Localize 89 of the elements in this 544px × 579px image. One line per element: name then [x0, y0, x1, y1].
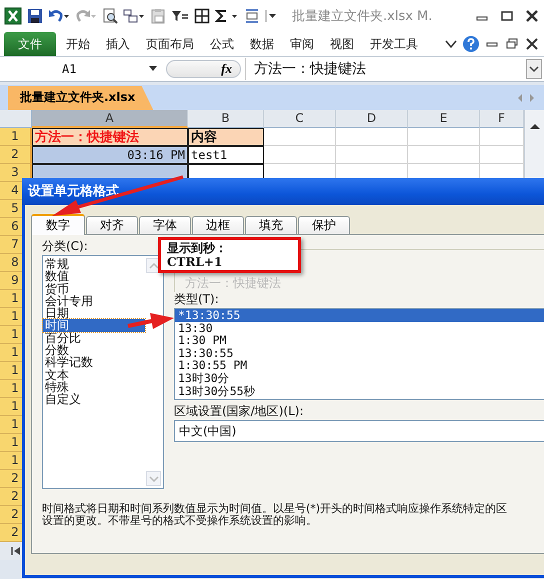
- column-header[interactable]: D: [336, 110, 408, 128]
- description-text: 设置的更改。不带星号的格式不受操作系统设置的影响。: [42, 515, 318, 527]
- type-item[interactable]: 13:30: [175, 322, 544, 334]
- maximize-icon[interactable]: [499, 9, 515, 23]
- category-item[interactable]: 数值: [43, 270, 145, 283]
- column-header[interactable]: F: [480, 110, 524, 128]
- chevron-down-icon: [148, 476, 158, 482]
- category-item[interactable]: 分数: [43, 344, 145, 356]
- type-label: 类型(T):: [174, 292, 220, 306]
- category-item[interactable]: 常规: [43, 258, 145, 270]
- layout-icon[interactable]: [123, 8, 145, 24]
- category-item[interactable]: 会计专用: [43, 294, 145, 308]
- category-item[interactable]: 文本: [43, 368, 145, 381]
- ribbon-tab[interactable]: 审阅: [282, 32, 322, 56]
- filter-icon[interactable]: [171, 8, 189, 24]
- arrow: [128, 313, 174, 329]
- ribbon-tab[interactable]: 页面布局: [138, 32, 202, 56]
- category-item[interactable]: 特殊: [43, 380, 145, 394]
- category-item[interactable]: 货币: [43, 282, 145, 295]
- category-label: 分类(C):: [42, 239, 89, 253]
- sample-text: 方法一：快捷键法: [185, 275, 281, 292]
- callout-text: 显示到秒：: [167, 241, 228, 255]
- type-item[interactable]: 13时30分: [175, 372, 544, 385]
- ribbon-tab[interactable]: 公式: [202, 32, 242, 56]
- table-cell: 内容: [188, 128, 264, 146]
- ribbon-tab[interactable]: 视图: [322, 32, 362, 56]
- expand-icon[interactable]: [526, 59, 542, 79]
- clipboard-icon[interactable]: [150, 8, 166, 24]
- dialog-tab[interactable]: 对齐: [86, 216, 138, 234]
- category-item[interactable]: 百分比: [43, 332, 145, 344]
- row-header[interactable]: 3: [0, 164, 32, 182]
- insert-function-button[interactable]: fx: [166, 60, 241, 78]
- locale-field[interactable]: 中文(中国): [174, 420, 544, 442]
- close-icon[interactable]: [524, 9, 540, 23]
- restore-icon[interactable]: [504, 37, 520, 51]
- category-item[interactable]: 自定义: [43, 393, 145, 406]
- type-list[interactable]: *13:30:55 13:30 1:30 PM 13:30:55 1:30:55 PM 13时30分 13时30分55秒: [174, 308, 544, 400]
- type-item[interactable]: 13时30分55秒: [175, 384, 544, 398]
- caret-icon: [148, 66, 158, 72]
- borders-icon[interactable]: [194, 8, 210, 24]
- table-cell: test1: [188, 146, 264, 164]
- file-tab[interactable]: 文件: [4, 32, 56, 56]
- dialog-tab[interactable]: 字体: [139, 216, 191, 234]
- category-item[interactable]: 科学记数: [43, 356, 145, 369]
- save-icon[interactable]: [27, 8, 43, 24]
- table-cell: [336, 128, 408, 146]
- first-sheet-icon[interactable]: [9, 545, 23, 557]
- ribbon-tab[interactable]: 插入: [98, 32, 138, 56]
- undo-icon[interactable]: [48, 8, 70, 24]
- name-box[interactable]: A1: [2, 59, 162, 79]
- type-item[interactable]: 1:30:55 PM: [175, 359, 544, 372]
- type-item[interactable]: *13:30:55: [175, 309, 544, 322]
- type-item[interactable]: 13:30:55: [175, 346, 544, 360]
- row-header[interactable]: 2: [0, 146, 32, 164]
- description-text: 时间格式将日期和时间系列数值显示为时间值。以星号(*)开头的时间格式响应操作系统特定的区: [42, 503, 508, 515]
- ribbon-tab[interactable]: 数据: [242, 32, 282, 56]
- print-preview-icon[interactable]: [102, 8, 118, 24]
- row-header[interactable]: 1: [0, 128, 32, 146]
- category-list[interactable]: 常规 数值 货币 会计专用 日期 时间 百分比 分数 科学记数 文本 特殊 自定义: [42, 255, 164, 489]
- table-cell: 03:16 PM: [32, 146, 188, 164]
- table-cell: [408, 128, 480, 146]
- align-icon[interactable]: [244, 8, 260, 24]
- dialog-tab[interactable]: 填充: [245, 216, 297, 234]
- column-header[interactable]: C: [264, 110, 336, 128]
- dialog-tab[interactable]: 保护: [298, 216, 350, 234]
- sum-icon[interactable]: [215, 8, 239, 24]
- chevron-up-icon: [148, 262, 158, 268]
- customize-dropdown-icon[interactable]: [265, 8, 277, 24]
- locale-label: 区域设置(国家/地区)(L):: [174, 404, 304, 418]
- column-header[interactable]: B: [188, 110, 264, 128]
- workbook-tab[interactable]: 批量建立文件夹.xlsx: [8, 86, 154, 110]
- formula-field[interactable]: 方法一：快捷键法: [245, 58, 522, 80]
- column-header[interactable]: A: [32, 110, 188, 128]
- category-item[interactable]: 时间: [43, 319, 145, 332]
- close-icon[interactable]: [524, 37, 540, 51]
- window-title: 批量建立文件夹.xlsx M.: [292, 8, 434, 25]
- table-cell: [264, 128, 336, 146]
- help-icon[interactable]: [462, 35, 480, 53]
- table-cell: 方法一：快捷键法: [32, 128, 188, 146]
- dialog-tab[interactable]: 边框: [192, 216, 244, 234]
- type-item[interactable]: 1:30 PM: [175, 334, 544, 347]
- ribbon-tab[interactable]: 开发工具: [362, 32, 426, 56]
- up-arrow-icon[interactable]: [528, 122, 540, 130]
- callout-text: CTRL+1: [167, 255, 224, 269]
- dialog-tab[interactable]: 数字: [31, 214, 85, 235]
- spreadsheet-app-icon[interactable]: [4, 7, 22, 25]
- ribbon-tab[interactable]: 开始: [58, 32, 98, 56]
- column-header[interactable]: E: [408, 110, 480, 128]
- category-item[interactable]: 日期: [43, 307, 145, 320]
